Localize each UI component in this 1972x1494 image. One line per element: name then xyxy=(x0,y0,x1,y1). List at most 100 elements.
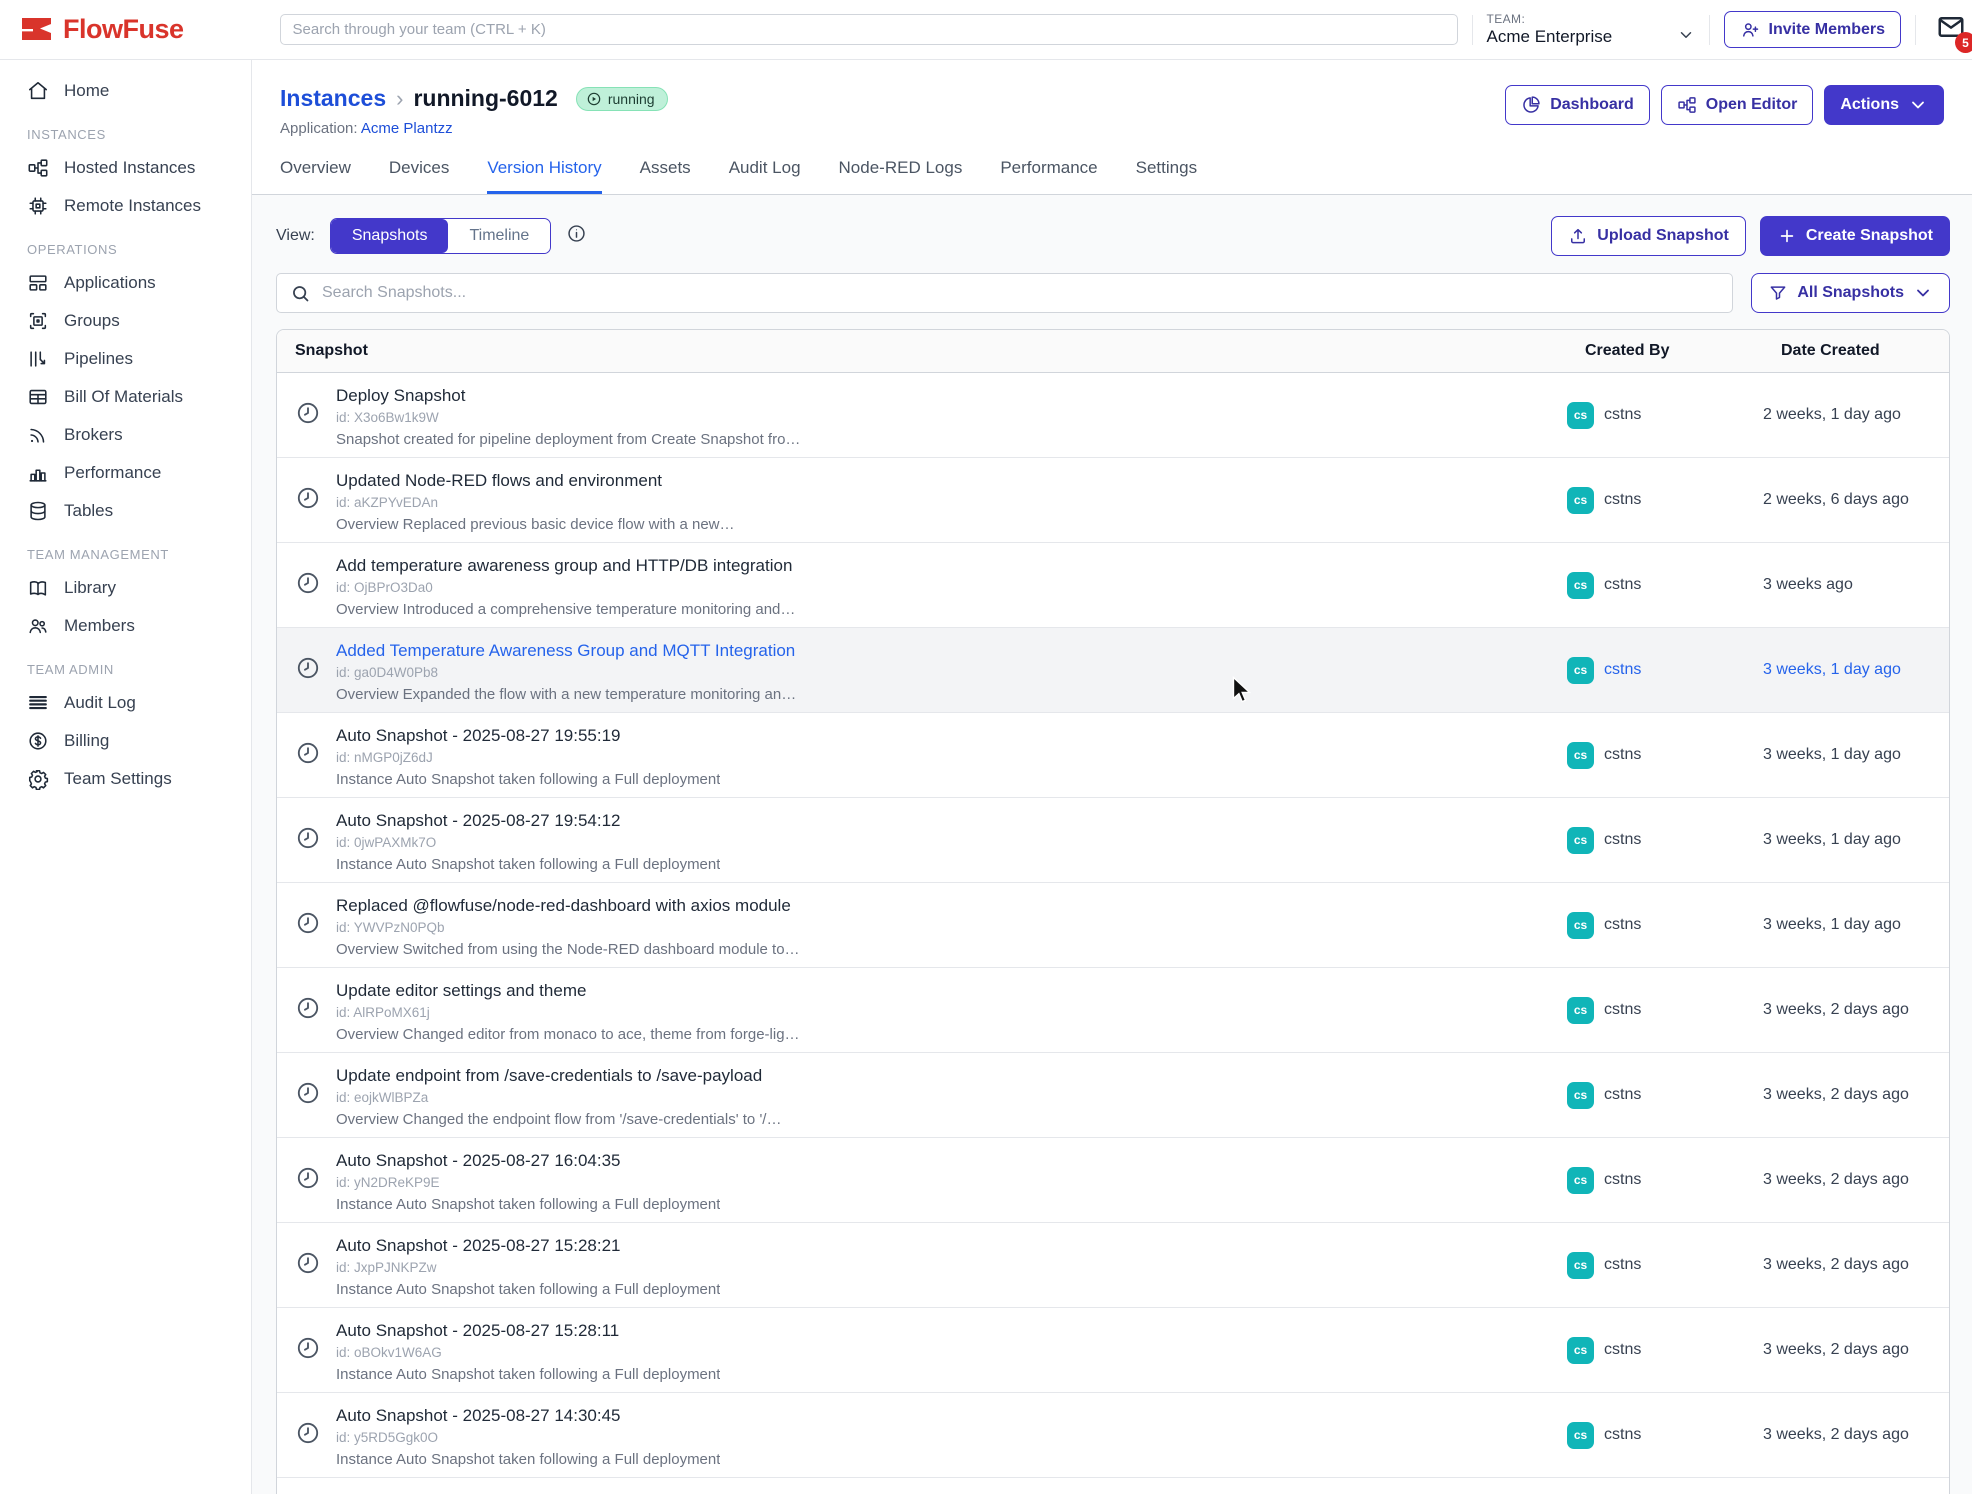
snapshot-table-header: Snapshot Created By Date Created xyxy=(277,330,1949,373)
chevron-down-icon xyxy=(1913,283,1933,303)
tab-assets[interactable]: Assets xyxy=(640,158,691,194)
tab-version-history[interactable]: Version History xyxy=(487,158,601,194)
date-created: 3 weeks, 2 days ago xyxy=(1763,1138,1949,1222)
sidebar-item-billing[interactable]: Billing xyxy=(0,722,251,760)
tab-node-red-logs[interactable]: Node-RED Logs xyxy=(839,158,963,194)
snapshot-search-input[interactable] xyxy=(322,284,1719,302)
tables-icon xyxy=(27,500,49,522)
snapshot-table: Snapshot Created By Date Created Deploy … xyxy=(276,329,1950,1494)
sidebar-item-label: Team Settings xyxy=(64,769,172,789)
clock-icon xyxy=(295,1080,321,1106)
funnel-icon xyxy=(1768,283,1788,303)
breadcrumb-instances-link[interactable]: Instances xyxy=(280,85,386,112)
sidebar-item-members[interactable]: Members xyxy=(0,607,251,645)
snapshot-title: Auto Snapshot - 2025-08-27 19:54:12 xyxy=(336,811,720,831)
app-root: FlowFuse TEAM: Acme Enterprise Invite Me… xyxy=(0,0,1972,1494)
sidebar-item-team-settings[interactable]: Team Settings xyxy=(0,760,251,798)
snapshot-row[interactable]: Deploy Snapshot id: X3o6Bw1k9W Snapshot … xyxy=(277,373,1949,458)
tab-settings[interactable]: Settings xyxy=(1136,158,1197,194)
snapshot-row[interactable]: Auto Snapshot - 2025-08-27 16:04:35 id: … xyxy=(277,1138,1949,1223)
plus-icon xyxy=(1777,226,1797,246)
sidebar-section-team-management: TEAM MANAGEMENT xyxy=(0,530,251,569)
sidebar-item-remote-instances[interactable]: Remote Instances xyxy=(0,187,251,225)
invite-members-button[interactable]: Invite Members xyxy=(1724,11,1901,48)
global-search-input[interactable] xyxy=(280,14,1458,45)
team-name: Acme Enterprise xyxy=(1487,27,1613,47)
sidebar-item-applications[interactable]: Applications xyxy=(0,264,251,302)
sidebar-item-label: Audit Log xyxy=(64,693,136,713)
snapshot-row[interactable]: Add HTTP endpoint for saving credentials… xyxy=(277,1478,1949,1494)
open-editor-button[interactable]: Open Editor xyxy=(1661,85,1814,125)
snapshot-description: Instance Auto Snapshot taken following a… xyxy=(336,771,720,788)
view-toggle-timeline[interactable]: Timeline xyxy=(448,219,550,253)
create-snapshot-button[interactable]: Create Snapshot xyxy=(1760,216,1950,256)
status-badge-label: running xyxy=(608,91,655,107)
snapshot-row[interactable]: Auto Snapshot - 2025-08-27 15:28:11 id: … xyxy=(277,1308,1949,1393)
topnav-right: TEAM: Acme Enterprise Invite Members 5 c… xyxy=(1458,11,1972,48)
snapshot-description: Instance Auto Snapshot taken following a… xyxy=(336,856,720,873)
date-created: 3 weeks, 2 days ago xyxy=(1763,1053,1949,1137)
snapshot-id: id: X3o6Bw1k9W xyxy=(336,410,800,425)
sidebar-item-bill-of-materials[interactable]: Bill Of Materials xyxy=(0,378,251,416)
date-created: 3 weeks, 1 day ago xyxy=(1763,628,1949,712)
snapshot-row[interactable]: Update endpoint from /save-credentials t… xyxy=(277,1053,1949,1138)
sidebar-item-performance[interactable]: Performance xyxy=(0,454,251,492)
snapshot-row[interactable]: Auto Snapshot - 2025-08-27 19:55:19 id: … xyxy=(277,713,1949,798)
snapshot-row[interactable]: Auto Snapshot - 2025-08-27 14:30:45 id: … xyxy=(277,1393,1949,1478)
created-by-name: cstns xyxy=(1604,1001,1641,1019)
snapshot-title: Deploy Snapshot xyxy=(336,386,800,406)
tab-audit-log[interactable]: Audit Log xyxy=(729,158,801,194)
snapshot-row[interactable]: Auto Snapshot - 2025-08-27 19:54:12 id: … xyxy=(277,798,1949,883)
sidebar-item-groups[interactable]: Groups xyxy=(0,302,251,340)
sidebar-item-library[interactable]: Library xyxy=(0,569,251,607)
tab-devices[interactable]: Devices xyxy=(389,158,449,194)
invite-members-label: Invite Members xyxy=(1769,21,1885,39)
sidebar-item-pipelines[interactable]: Pipelines xyxy=(0,340,251,378)
date-created: 3 weeks, 1 day ago xyxy=(1763,883,1949,967)
sidebar-item-audit-log[interactable]: Audit Log xyxy=(0,684,251,722)
actions-button[interactable]: Actions xyxy=(1824,85,1944,125)
upload-icon xyxy=(1568,226,1588,246)
sidebar-item-brokers[interactable]: Brokers xyxy=(0,416,251,454)
snapshot-row[interactable]: Auto Snapshot - 2025-08-27 15:28:21 id: … xyxy=(277,1223,1949,1308)
date-created: 3 weeks, 1 day ago xyxy=(1763,713,1949,797)
upload-snapshot-button[interactable]: Upload Snapshot xyxy=(1551,216,1746,256)
snapshot-row[interactable]: Update editor settings and theme id: AlR… xyxy=(277,968,1949,1053)
top-navigation: FlowFuse TEAM: Acme Enterprise Invite Me… xyxy=(0,0,1972,60)
avatar: cs xyxy=(1567,1337,1594,1364)
snapshot-row[interactable]: Add temperature awareness group and HTTP… xyxy=(277,543,1949,628)
snapshot-toolbar: View: SnapshotsTimeline Upload Snapshot xyxy=(276,216,1950,256)
applications-icon xyxy=(27,272,49,294)
snapshot-id: id: 0jwPAXMk7O xyxy=(336,835,720,850)
snapshot-filter-dropdown[interactable]: All Snapshots xyxy=(1751,273,1950,313)
page-header: Instances › running-6012 running Applica… xyxy=(252,60,1972,195)
members-icon xyxy=(27,615,49,637)
snapshot-search-row: All Snapshots xyxy=(276,273,1950,313)
application-link[interactable]: Acme Plantzz xyxy=(361,120,453,137)
snapshot-id: id: aKZPYvEDAn xyxy=(336,495,735,510)
snapshot-row[interactable]: Added Temperature Awareness Group and MQ… xyxy=(277,628,1949,713)
tab-overview[interactable]: Overview xyxy=(280,158,351,194)
notifications-button[interactable]: 5 xyxy=(1936,12,1966,47)
snapshot-title: Auto Snapshot - 2025-08-27 14:30:45 xyxy=(336,1406,720,1426)
sidebar-item-label: Remote Instances xyxy=(64,196,201,216)
pipelines-icon xyxy=(27,348,49,370)
date-created: 3 weeks, 2 days ago xyxy=(1763,1308,1949,1392)
sidebar-item-tables[interactable]: Tables xyxy=(0,492,251,530)
created-by-name: cstns xyxy=(1604,1426,1641,1444)
flowfuse-logo[interactable]: FlowFuse xyxy=(20,14,184,45)
sidebar-item-hosted-instances[interactable]: Hosted Instances xyxy=(0,149,251,187)
performance-icon xyxy=(27,462,49,484)
chevron-down-icon xyxy=(1908,95,1928,115)
tab-performance[interactable]: Performance xyxy=(1000,158,1097,194)
view-toggle-snapshots[interactable]: Snapshots xyxy=(331,219,449,253)
sidebar-item-home[interactable]: Home xyxy=(0,72,251,110)
dashboard-button[interactable]: Dashboard xyxy=(1505,85,1650,125)
node-editor-icon xyxy=(1677,95,1697,115)
snapshot-row[interactable]: Replaced @flowfuse/node-red-dashboard wi… xyxy=(277,883,1949,968)
team-selector[interactable]: TEAM: Acme Enterprise xyxy=(1487,12,1695,47)
info-button[interactable] xyxy=(566,223,587,249)
groups-icon xyxy=(27,310,49,332)
snapshot-row[interactable]: Updated Node-RED flows and environment i… xyxy=(277,458,1949,543)
snapshot-title: Update endpoint from /save-credentials t… xyxy=(336,1066,781,1086)
